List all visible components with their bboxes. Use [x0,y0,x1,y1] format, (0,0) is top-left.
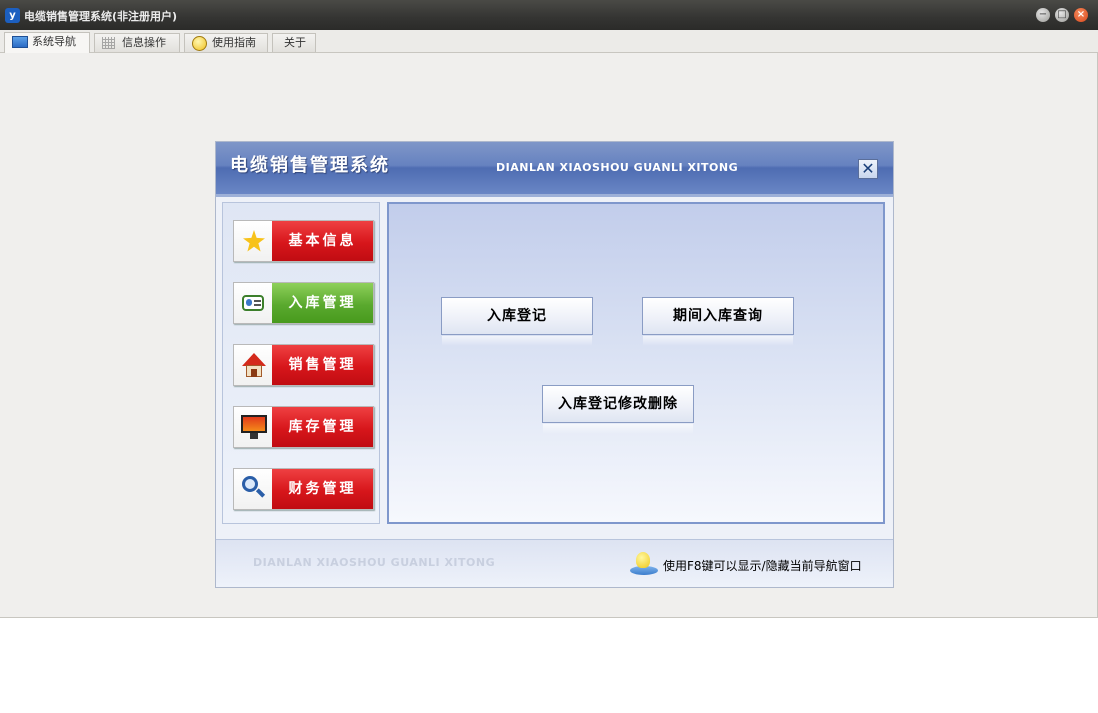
title-bar: y 电缆销售管理系统(非注册用户) − □ × [0,0,1098,30]
tab-label: 使用指南 [212,36,256,49]
menu-sales-management[interactable]: 销售管理 [233,344,374,386]
menu-label: 财务管理 [272,469,373,509]
nav-header: 电缆销售管理系统 DIANLAN XIAOSHOU GUANLI XITONG … [216,142,893,194]
nav-title: 电缆销售管理系统 [230,155,390,176]
tab-system-nav[interactable]: 系统导航 [4,32,90,53]
inbound-edit-delete-button[interactable]: 入库登记修改删除 [542,385,694,434]
menu-label: 基本信息 [272,221,373,261]
footer-tip: 使用F8键可以显示/隐藏当前导航窗口 [663,559,862,573]
lightbulb-icon [636,552,650,568]
app-logo-icon: y [5,8,20,23]
tab-info-operations[interactable]: 信息操作 [94,33,180,52]
tab-label: 关于 [284,36,306,49]
nav-menu: 基本信息 入库管理 销售管理 库存管理 财务管理 [222,202,380,524]
monitor-icon [12,36,28,48]
period-inbound-query-button[interactable]: 期间入库查询 [642,297,794,346]
tab-label: 信息操作 [122,36,166,49]
menu-finance-management[interactable]: 财务管理 [233,468,374,510]
menu-label: 销售管理 [272,345,373,385]
contact-card-icon [242,295,264,311]
house-icon [242,353,266,377]
inbound-register-button[interactable]: 入库登记 [441,297,593,346]
menu-label: 入库管理 [272,283,373,323]
navigation-panel: 电缆销售管理系统 DIANLAN XIAOSHOU GUANLI XITONG … [215,141,894,588]
nav-footer: DIANLAN XIAOSHOU GUANLI XITONG 使用F8键可以显示… [216,539,893,587]
footer-watermark: DIANLAN XIAOSHOU GUANLI XITONG [253,556,496,569]
nav-subtitle: DIANLAN XIAOSHOU GUANLI XITONG [496,161,739,174]
monitor-icon [241,415,267,433]
minimize-button[interactable]: − [1036,8,1050,22]
help-icon [192,36,207,51]
header-divider [216,194,893,197]
close-window-button[interactable]: × [1074,8,1088,22]
menu-basic-info[interactable]: 基本信息 [233,220,374,262]
tab-user-guide[interactable]: 使用指南 [184,33,268,52]
menu-label: 库存管理 [272,407,373,447]
star-icon [243,230,265,252]
menu-inbound-management[interactable]: 入库管理 [233,282,374,324]
menu-inventory-management[interactable]: 库存管理 [233,406,374,448]
tab-strip: 系统导航 信息操作 使用指南 关于 [0,30,1098,53]
window-title: 电缆销售管理系统(非注册用户) [24,10,178,23]
grid-icon [102,37,115,49]
tab-about[interactable]: 关于 [272,33,316,52]
maximize-button[interactable]: □ [1055,8,1069,22]
nav-close-button[interactable]: ✕ [858,159,878,179]
tab-label: 系统导航 [32,35,76,48]
content-area: 入库登记 期间入库查询 入库登记修改删除 [387,202,885,524]
